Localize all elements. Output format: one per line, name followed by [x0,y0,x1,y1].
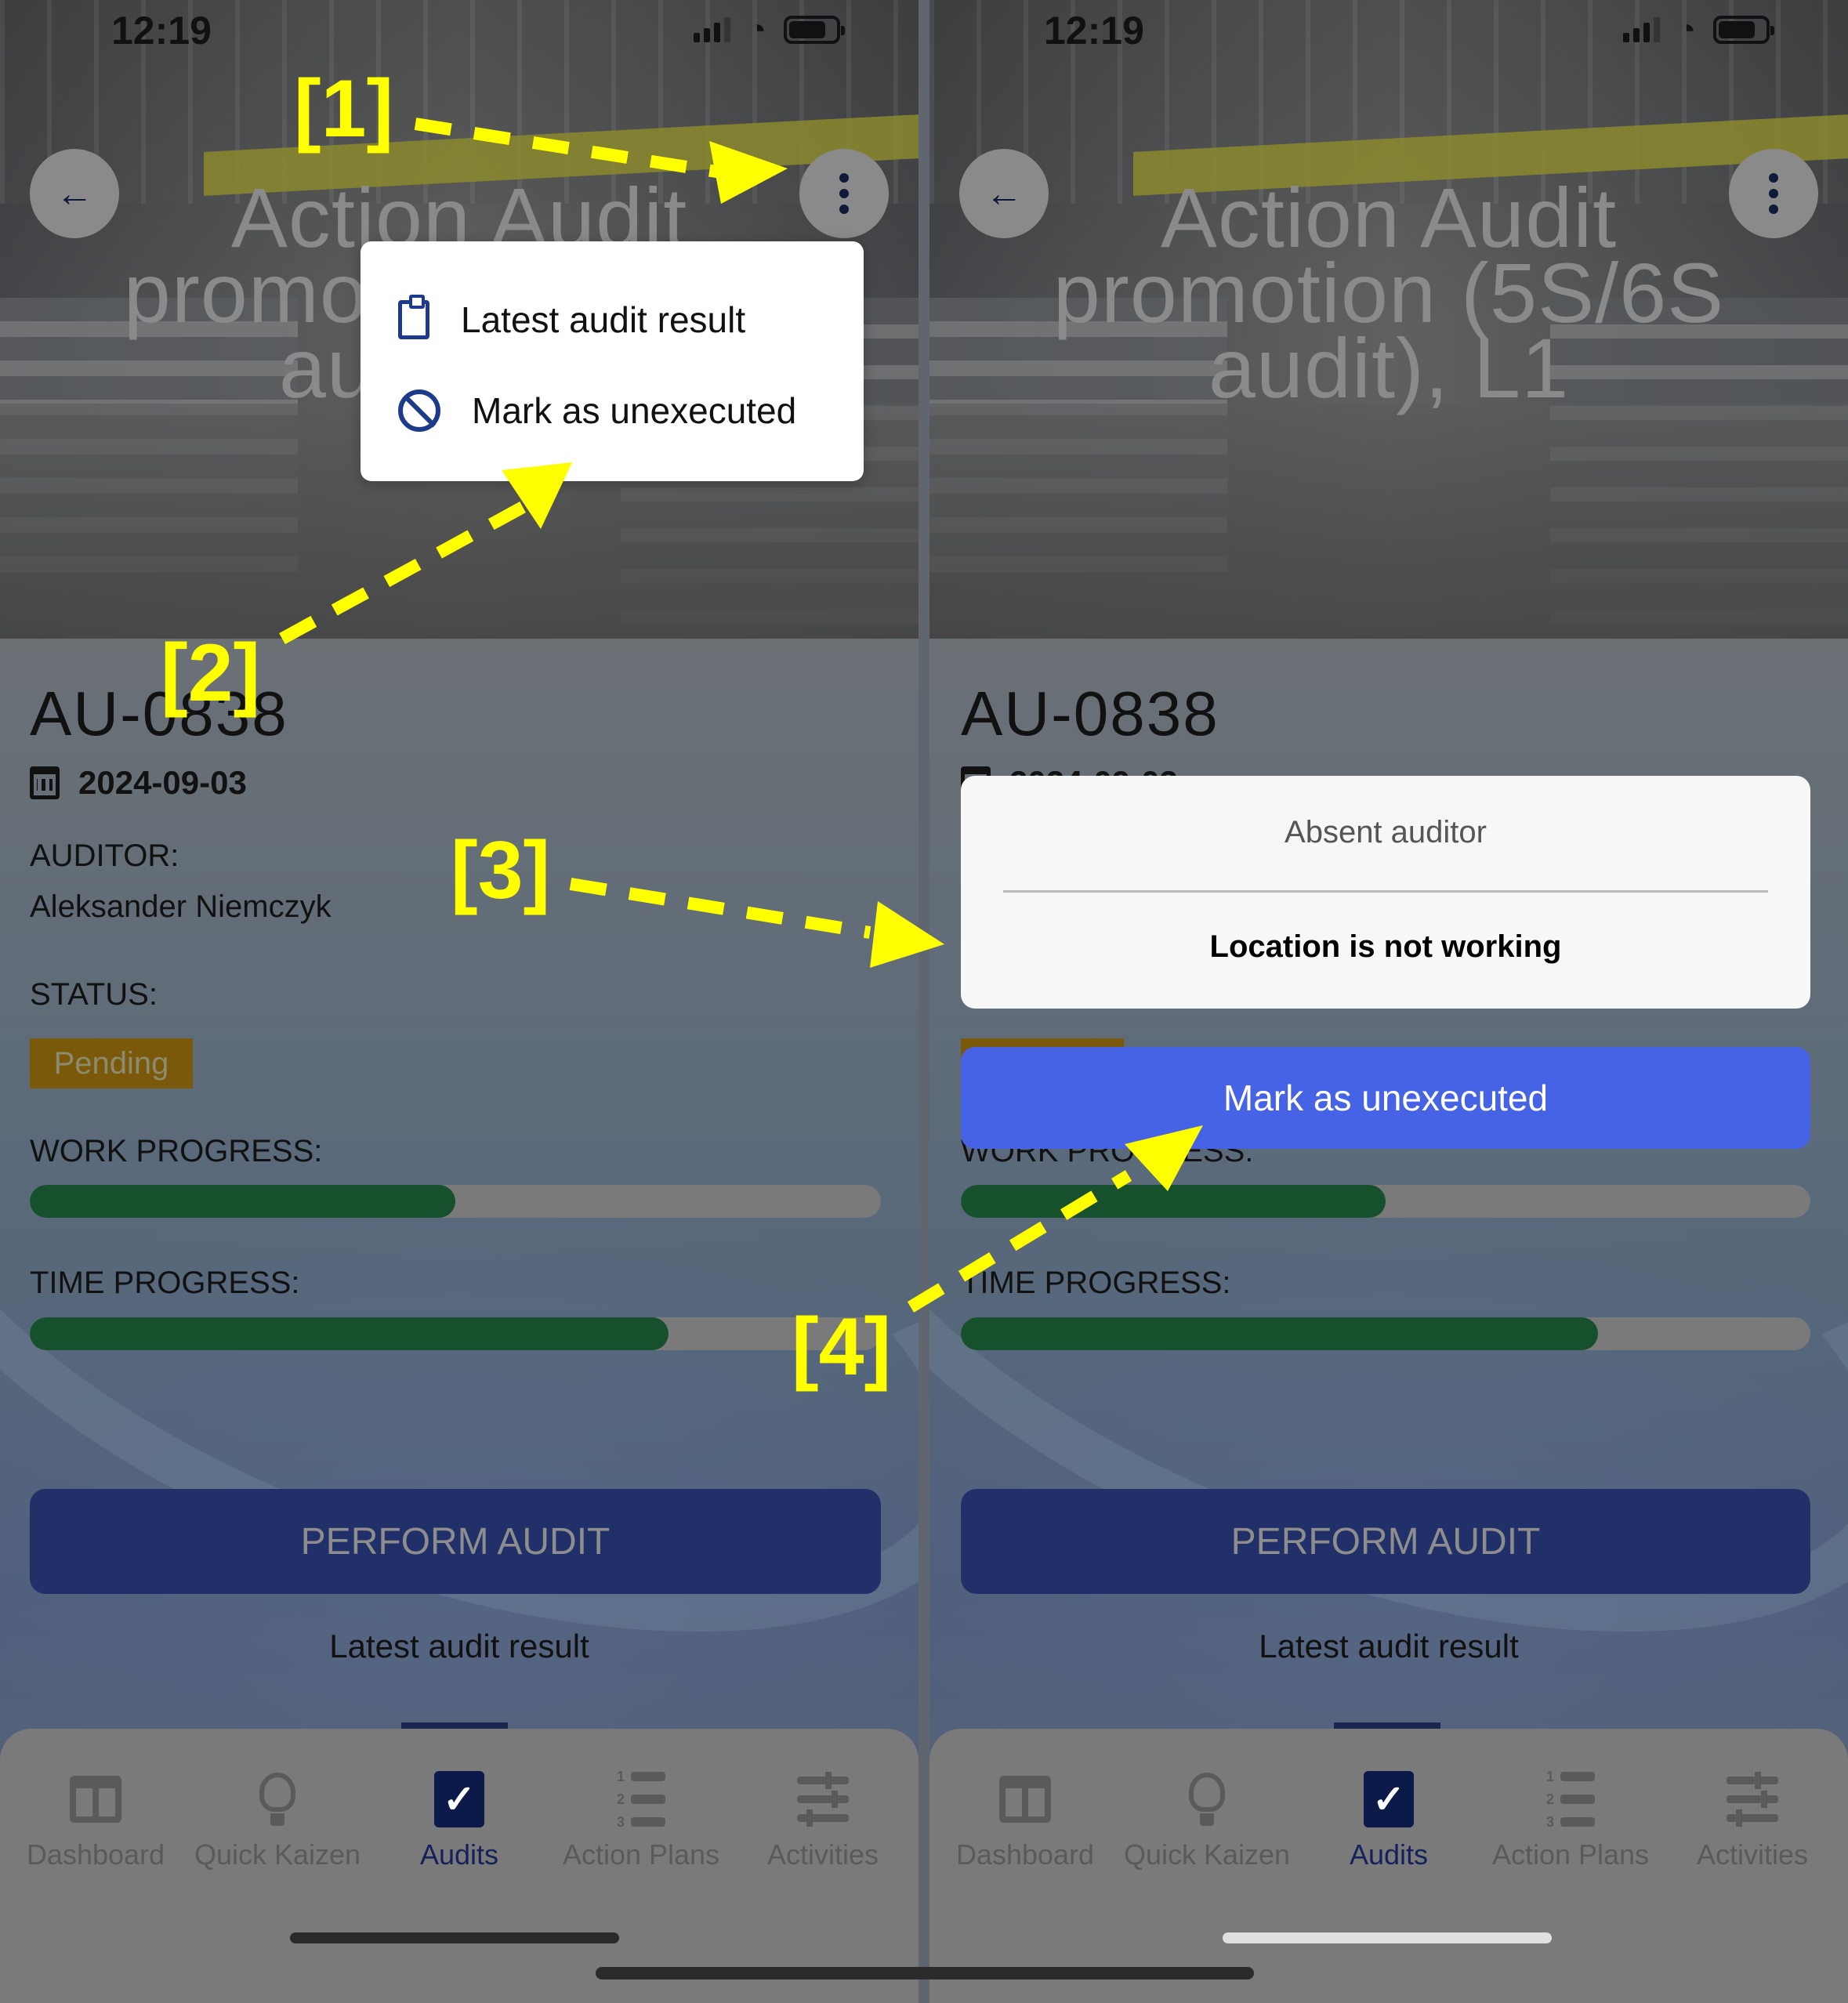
tab-audits[interactable]: ✓ Audits [1300,1768,1477,1871]
status-time: 12:19 [1044,9,1144,53]
back-button[interactable]: ← [959,149,1049,238]
latest-audit-result-link[interactable]: Latest audit result [0,1628,919,1665]
tab-quick-kaizen[interactable]: Quick Kaizen [1118,1768,1295,1871]
annotation-label-3: [3] [451,825,551,916]
home-indicator [290,1932,619,1943]
dashboard-icon [999,1776,1051,1823]
annotation-label-1: [1] [294,63,394,154]
tab-label: Dashboard [26,1838,165,1871]
perform-audit-button[interactable]: PERFORM AUDIT [961,1489,1810,1594]
tab-label: Activities [1696,1838,1809,1871]
active-tab-indicator [1334,1722,1440,1729]
audit-date-row: 2024-09-03 [30,764,247,802]
auditor-name: Aleksander Niemczyk [30,889,332,924]
more-options-button[interactable] [799,149,889,238]
overflow-menu: Latest audit result Mark as unexecuted [361,241,864,481]
auditor-label: AUDITOR: [30,839,179,873]
tab-action-plans[interactable]: 1 2 3 Action Plans [553,1768,730,1871]
screen-divider [919,0,929,2003]
status-time: 12:19 [111,9,212,53]
numbered-list-icon: 123 [1546,1769,1595,1831]
sliders-icon [1727,1772,1778,1827]
bottom-tab-bar: Dashboard Quick Kaizen ✓ Audits 1 2 3 Action… [929,1729,1848,2003]
more-vertical-icon [839,173,849,214]
status-bar: 12:19 ◔ [0,0,919,63]
battery-icon [784,16,845,44]
signal-icon [1622,17,1660,42]
audit-id: AU-0838 [961,679,1219,748]
dashboard-icon [70,1776,121,1823]
battery-icon [1713,16,1774,44]
reason-option-location-not-working[interactable]: Location is not working [961,929,1810,965]
more-options-button[interactable] [1729,149,1818,238]
wifi-icon: ◔ [747,13,766,47]
tab-label: Audits [419,1838,499,1871]
lightbulb-icon [1189,1773,1225,1826]
clipboard-icon [398,295,429,339]
time-progress-label: TIME PROGRESS: [30,1266,300,1300]
bottom-tab-bar: Dashboard Quick Kaizen ✓ Audits 1 2 3 Action… [0,1729,919,2003]
reason-option-absent-auditor[interactable]: Absent auditor [961,815,1810,850]
status-badge: Pending [30,1038,193,1088]
tab-audits[interactable]: ✓ Audits [371,1768,548,1871]
wifi-icon: ◔ [1676,13,1696,47]
menu-item-mark-as-unexecuted[interactable]: Mark as unexecuted [361,365,864,456]
perform-audit-button[interactable]: PERFORM AUDIT [30,1489,881,1594]
work-progress-label: WORK PROGRESS: [30,1134,323,1168]
ban-icon [398,389,440,432]
tab-activities[interactable]: Activities [734,1768,911,1871]
tab-activities[interactable]: Activities [1664,1768,1841,1871]
home-indicator [596,1967,1254,1979]
tab-quick-kaizen[interactable]: Quick Kaizen [189,1768,366,1871]
checkbox-icon: ✓ [1364,1771,1414,1827]
tab-dashboard[interactable]: Dashboard [7,1768,184,1871]
arrow-left-icon: ← [985,172,1023,215]
sliders-icon [797,1772,849,1827]
annotation-label-2: [2] [161,628,261,719]
active-tab-indicator [401,1722,508,1729]
signal-icon [693,17,730,42]
status-bar: 12:19 ◔ [929,0,1848,63]
tab-label: Action Plans [562,1838,720,1871]
home-indicator [1223,1932,1552,1943]
time-progress-label: TIME PROGRESS: [961,1266,1231,1300]
menu-item-label: Mark as unexecuted [472,390,797,431]
tab-label: Activities [766,1838,879,1871]
tab-label: Action Plans [1491,1838,1650,1871]
mark-as-unexecuted-button[interactable]: Mark as unexecuted [961,1047,1810,1149]
time-progress-bar [961,1317,1810,1350]
screen-action-sheet: 12:19 ◔ Action Audit promotion (5S/6S au… [929,0,1848,2003]
unexecuted-reason-sheet: Absent auditor Location is not working [961,776,1810,1009]
status-label: STATUS: [30,977,158,1012]
sheet-divider [1003,890,1768,893]
work-progress-bar [30,1185,881,1218]
audit-title: Action Audit promotion (5S/6S audit), L1 [1053,170,1725,415]
more-vertical-icon [1769,173,1778,214]
arrow-left-icon: ← [56,172,93,215]
tab-label: Quick Kaizen [1123,1838,1291,1871]
audit-date: 2024-09-03 [78,764,247,801]
tab-action-plans[interactable]: 1 2 3 Action Plans [1482,1768,1659,1871]
work-progress-bar [961,1185,1810,1218]
latest-audit-result-link[interactable]: Latest audit result [929,1628,1848,1665]
tab-dashboard[interactable]: Dashboard [937,1768,1114,1871]
menu-item-label: Latest audit result [461,299,746,340]
tab-label: Quick Kaizen [194,1838,361,1871]
tab-label: Dashboard [955,1838,1095,1871]
annotation-label-4: [4] [792,1302,892,1393]
back-button[interactable]: ← [30,149,119,238]
menu-item-latest-audit-result[interactable]: Latest audit result [361,274,864,365]
time-progress-bar [30,1317,881,1350]
numbered-list-icon: 123 [617,1769,665,1831]
lightbulb-icon [259,1773,295,1826]
calendar-icon [30,766,60,799]
screen-menu-open: 12:19 ◔ Action Audit promotion (5S/6S au… [0,0,919,2003]
tab-label: Audits [1349,1838,1429,1871]
checkbox-icon: ✓ [434,1771,484,1827]
